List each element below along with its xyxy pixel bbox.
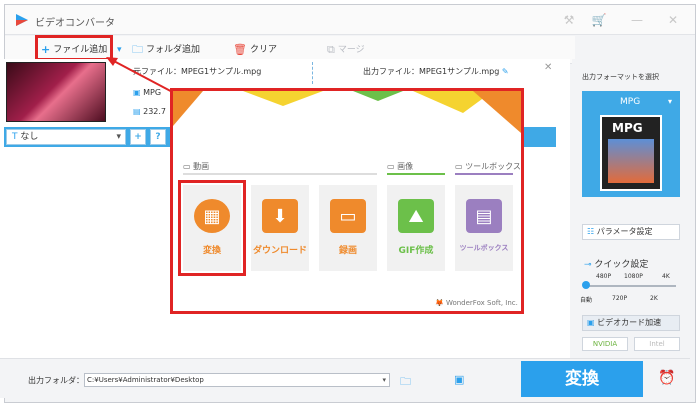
- remove-file-icon[interactable]: ✕: [544, 62, 552, 73]
- parameter-settings-button[interactable]: ☷ パラメータ設定: [582, 224, 680, 240]
- toolbox-tile-label: ツールボックス: [459, 244, 509, 252]
- section-tools-line: [455, 173, 513, 175]
- window-title: ビデオコンバータ: [35, 18, 115, 29]
- right-panel: 出力フォーマットを選択 MPG ▾ MPG ☷ パラメータ設定 ⊸ クイック設定…: [572, 59, 692, 359]
- section-video-label: 動画: [193, 162, 210, 171]
- brand-label: WonderFox Soft, Inc.: [445, 299, 518, 307]
- hammer-icon[interactable]: ⚒: [561, 12, 577, 28]
- record-tile-label: 録画: [338, 246, 357, 256]
- video-thumbnail[interactable]: [6, 62, 106, 122]
- select-format-label: 出力フォーマットを選択: [582, 73, 659, 81]
- screen-record-icon: ▭: [330, 199, 366, 233]
- cart-icon[interactable]: 🛒: [591, 12, 607, 28]
- convert-tile-label: 変換: [202, 246, 221, 256]
- popup-banner: [173, 91, 521, 133]
- image-icon: ⛰: [398, 199, 434, 233]
- add-subtitle-button[interactable]: +: [130, 129, 146, 145]
- source-name: MPEG1サンプル.mpg: [181, 67, 262, 76]
- minimize-button[interactable]: —: [629, 12, 645, 28]
- format-value: MPG: [620, 97, 641, 107]
- toolbox-tile[interactable]: ▤ ツールボックス: [455, 185, 513, 271]
- film-icon: ▦: [194, 199, 230, 233]
- nvidia-badge[interactable]: NVIDIA: [582, 337, 628, 351]
- intel-label: Intel: [649, 340, 665, 348]
- balloon-image: [608, 139, 654, 183]
- section-tools: ▭ ツールボックス: [455, 162, 521, 171]
- download-icon: ⬇: [262, 199, 298, 233]
- gpu-accel-button[interactable]: ▣ ビデオカード加速: [582, 315, 680, 331]
- convert-tile[interactable]: ▦ 変換: [178, 180, 246, 276]
- subtitle-select[interactable]: T なし ▾: [6, 129, 126, 145]
- quality-slider[interactable]: [584, 285, 676, 287]
- output-folder-label: 出力フォルダ：: [28, 376, 84, 385]
- merge-label: マージ: [337, 45, 365, 55]
- section-image: ▭ 画像: [387, 162, 414, 171]
- convert-button[interactable]: 変換: [521, 361, 643, 397]
- mpg-icon-text: MPG: [612, 121, 643, 135]
- merge-icon: ⧉: [327, 43, 335, 56]
- title-bar: ビデオコンバータ ⚒ 🛒 — ✕: [5, 5, 695, 35]
- clear-label: クリア: [249, 45, 277, 55]
- subtitle-value: なし: [20, 132, 39, 142]
- merge-button[interactable]: ⧉ マージ: [327, 42, 365, 58]
- nvidia-label: NVIDIA: [592, 340, 618, 348]
- output-name: MPEG1サンプル.mpg: [419, 67, 500, 76]
- format-dropdown-icon: ▾: [668, 97, 673, 106]
- mpg-file-icon: MPG: [600, 115, 662, 191]
- close-button[interactable]: ✕: [665, 12, 681, 28]
- trash-icon: 🗑: [233, 43, 247, 56]
- subtitle-option-button[interactable]: ?: [150, 129, 166, 145]
- section-tools-label: ツールボックス: [465, 162, 521, 171]
- file-size: ▤ 232.7: [133, 107, 166, 116]
- section-image-label: 画像: [397, 162, 414, 171]
- text-icon: T: [12, 132, 18, 142]
- feature-popup: ▭ 動画 ▭ 画像 ▭ ツールボックス ▦ 変換 ⬇ ダウンロード ▭ 録画 ⛰…: [170, 88, 524, 314]
- browse-folder-icon[interactable]: 🗀: [400, 373, 411, 392]
- scale-auto: 自動: [580, 297, 593, 304]
- section-video-line: [183, 173, 377, 175]
- download-tile[interactable]: ⬇ ダウンロード: [251, 185, 309, 271]
- format-selector[interactable]: MPG ▾ MPG: [582, 91, 680, 197]
- toolbox-icon: ▤: [466, 199, 502, 233]
- app-logo-icon: [16, 14, 28, 26]
- gif-tile[interactable]: ⛰ GIF作成: [387, 185, 445, 271]
- gif-tile-label: GIF作成: [398, 246, 434, 256]
- file-size-icon: ▤: [133, 107, 141, 116]
- scale-720p: 720P: [612, 295, 628, 302]
- sliders-icon: ☷: [587, 227, 595, 236]
- scale-4k: 4K: [662, 273, 670, 280]
- section-video: ▭ 動画: [183, 162, 210, 171]
- edit-icon[interactable]: ✎: [502, 67, 509, 76]
- scale-2k: 2K: [650, 295, 658, 302]
- quality-slider-handle[interactable]: [582, 281, 590, 289]
- clear-button[interactable]: 🗑 クリア: [233, 42, 277, 58]
- output-label: 出力ファイル：: [363, 67, 419, 76]
- open-folder-icon[interactable]: ▣: [454, 373, 464, 386]
- folder-dropdown-icon[interactable]: ▾: [382, 374, 386, 386]
- parameter-settings-label: パラメータ設定: [596, 227, 653, 236]
- scale-1080p: 1080P: [624, 273, 643, 280]
- plus-icon: +: [41, 43, 51, 56]
- output-folder-value: C:¥Users¥Administrator¥Desktop: [87, 376, 204, 384]
- gpu-accel-label: ビデオカード加速: [597, 318, 662, 327]
- quick-settings-label: クイック設定: [594, 260, 649, 270]
- intel-badge[interactable]: Intel: [634, 337, 680, 351]
- output-file: 出力ファイル：MPEG1サンプル.mpg ✎: [363, 66, 509, 77]
- brand-text: 🦊 WonderFox Soft, Inc.: [435, 299, 518, 307]
- record-tile[interactable]: ▭ 録画: [319, 185, 377, 271]
- alarm-clock-icon[interactable]: ⏰: [658, 370, 675, 386]
- gpu-icon: ▣: [587, 318, 595, 327]
- section-image-line: [387, 173, 445, 175]
- divider: [312, 62, 313, 84]
- file-size-value: 232.7: [143, 107, 167, 116]
- chevron-down-icon: ▾: [116, 132, 121, 142]
- quick-settings: ⊸ クイック設定: [584, 260, 649, 270]
- download-tile-label: ダウンロード: [252, 246, 307, 256]
- output-folder-input[interactable]: C:¥Users¥Administrator¥Desktop ▾: [84, 373, 390, 387]
- scale-480p: 480P: [596, 273, 612, 280]
